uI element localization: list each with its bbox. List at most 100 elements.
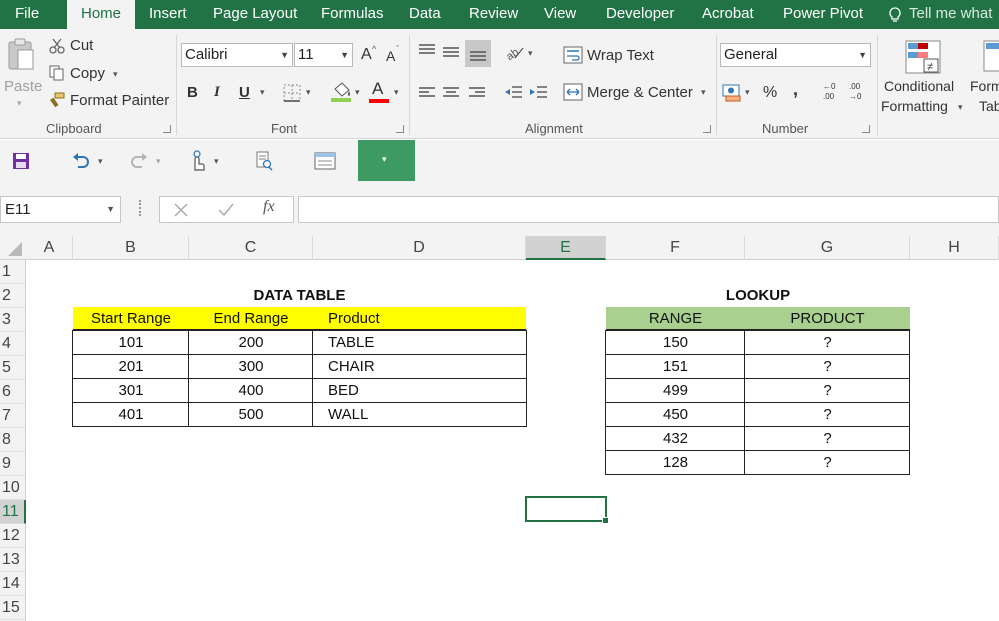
touch-mode-icon[interactable] xyxy=(188,150,206,172)
number-format-select[interactable]: General ▼ xyxy=(720,43,871,67)
data-table-header-end[interactable]: End Range xyxy=(189,307,313,331)
column-header-b[interactable]: B xyxy=(73,236,189,260)
accounting-dropdown-arrow[interactable]: ▾ xyxy=(745,87,750,98)
tab-file[interactable]: File xyxy=(15,0,39,29)
column-header-h[interactable]: H xyxy=(910,236,999,260)
font-dialog-launcher[interactable] xyxy=(396,125,404,133)
data-table-header-start[interactable]: Start Range xyxy=(73,307,189,331)
lookup-cell[interactable]: 128 xyxy=(606,451,745,475)
lookup-header-range[interactable]: RANGE xyxy=(606,307,745,331)
format-painter-button[interactable]: Format Painter xyxy=(70,92,169,109)
row-header[interactable]: 2 xyxy=(0,284,26,308)
copy-dropdown-arrow[interactable]: ▾ xyxy=(113,69,118,80)
accounting-format-icon[interactable] xyxy=(722,82,744,102)
tab-data[interactable]: Data xyxy=(409,0,441,29)
increase-font-size-button[interactable]: A xyxy=(361,46,372,64)
underline-dropdown-arrow[interactable]: ▾ xyxy=(260,87,265,98)
lookup-cell[interactable]: ? xyxy=(745,331,910,355)
undo-dropdown-arrow[interactable]: ▾ xyxy=(98,156,103,167)
percent-style-button[interactable]: % xyxy=(763,84,777,102)
active-cell-selection[interactable] xyxy=(525,496,609,524)
clipboard-dialog-launcher[interactable] xyxy=(163,125,171,133)
fill-color-icon[interactable] xyxy=(330,81,352,103)
lookup-cell[interactable]: ? xyxy=(745,403,910,427)
format-as-table-button-line2[interactable]: Tab xyxy=(979,98,999,114)
redo-icon[interactable] xyxy=(128,152,150,170)
resize-handle[interactable] xyxy=(139,200,142,216)
touch-dropdown-arrow[interactable]: ▾ xyxy=(214,156,219,167)
conditional-formatting-button[interactable]: Conditional xyxy=(884,78,954,94)
lookup-cell[interactable]: ? xyxy=(745,355,910,379)
tab-power-pivot[interactable]: Power Pivot xyxy=(783,0,863,29)
row-header[interactable]: 12 xyxy=(0,524,26,548)
row-header[interactable]: 7 xyxy=(0,404,26,428)
row-header[interactable]: 14 xyxy=(0,572,26,596)
wrap-text-button[interactable]: Wrap Text xyxy=(587,47,654,64)
lookup-cell[interactable]: 432 xyxy=(606,427,745,451)
row-header[interactable]: 6 xyxy=(0,380,26,404)
save-icon[interactable] xyxy=(12,152,30,170)
enter-check-icon[interactable] xyxy=(218,203,234,217)
cancel-icon[interactable] xyxy=(174,203,188,217)
font-color-dropdown-arrow[interactable]: ▾ xyxy=(394,87,399,98)
tab-formulas[interactable]: Formulas xyxy=(321,0,384,29)
tab-home[interactable]: Home xyxy=(67,0,135,30)
conditional-formatting-button-line2[interactable]: Formatting xyxy=(881,98,948,114)
data-cell[interactable]: WALL xyxy=(313,403,526,427)
font-size-select[interactable]: 11 ▼ xyxy=(294,43,353,67)
increase-decimal-button[interactable]: ←0 .00 xyxy=(823,82,845,102)
data-cell[interactable]: BED xyxy=(313,379,526,403)
increase-indent-icon[interactable] xyxy=(528,84,548,102)
orientation-dropdown-arrow[interactable]: ▾ xyxy=(528,48,533,59)
bold-button[interactable]: B xyxy=(187,84,198,101)
form-icon[interactable] xyxy=(314,151,336,171)
fill-color-dropdown-arrow[interactable]: ▾ xyxy=(355,87,360,98)
lookup-header-product[interactable]: PRODUCT xyxy=(745,307,910,331)
number-dialog-launcher[interactable] xyxy=(862,125,870,133)
borders-icon[interactable] xyxy=(283,84,301,102)
lookup-cell[interactable]: ? xyxy=(745,379,910,403)
name-box[interactable]: E11 ▼ xyxy=(0,196,121,223)
comma-style-button[interactable]: , xyxy=(793,79,798,100)
lookup-cell[interactable]: 499 xyxy=(606,379,745,403)
decrease-decimal-button[interactable]: .00 →0 xyxy=(849,82,871,102)
format-as-table-button[interactable]: Form xyxy=(970,78,999,94)
italic-button[interactable]: I xyxy=(214,84,220,101)
row-header[interactable]: 4 xyxy=(0,332,26,356)
tab-acrobat[interactable]: Acrobat xyxy=(702,0,754,29)
alignment-dialog-launcher[interactable] xyxy=(703,125,711,133)
cut-button[interactable]: Cut xyxy=(70,37,93,54)
align-top-icon[interactable] xyxy=(417,42,437,62)
row-header[interactable]: 3 xyxy=(0,308,26,332)
column-header-d[interactable]: D xyxy=(313,236,526,260)
data-cell[interactable]: 200 xyxy=(189,331,313,355)
lookup-cell[interactable]: 151 xyxy=(606,355,745,379)
tab-page-layout[interactable]: Page Layout xyxy=(213,0,297,29)
font-name-select[interactable]: Calibri ▼ xyxy=(181,43,293,67)
tab-developer[interactable]: Developer xyxy=(606,0,674,29)
lookup-cell[interactable]: ? xyxy=(745,427,910,451)
formula-input[interactable] xyxy=(298,196,999,223)
data-table-title[interactable]: DATA TABLE xyxy=(73,284,526,308)
tab-view[interactable]: View xyxy=(544,0,576,29)
underline-button[interactable]: U xyxy=(239,84,250,101)
data-cell[interactable]: 400 xyxy=(189,379,313,403)
column-header-e[interactable]: E xyxy=(526,236,606,260)
merge-dropdown-arrow[interactable]: ▾ xyxy=(701,87,706,98)
align-middle-icon[interactable] xyxy=(441,42,461,62)
data-cell[interactable]: CHAIR xyxy=(313,355,526,379)
lookup-cell[interactable]: 450 xyxy=(606,403,745,427)
row-header[interactable]: 9 xyxy=(0,452,26,476)
data-table-header-product[interactable]: Product xyxy=(313,307,526,331)
column-header-a[interactable]: A xyxy=(26,236,73,260)
lookup-cell[interactable]: ? xyxy=(745,451,910,475)
data-cell[interactable]: 301 xyxy=(73,379,189,403)
merge-center-button[interactable]: Merge & Center xyxy=(587,84,693,101)
tab-insert[interactable]: Insert xyxy=(149,0,187,29)
align-bottom-button[interactable] xyxy=(465,40,491,67)
row-header[interactable]: 15 xyxy=(0,596,26,620)
paste-dropdown-arrow[interactable]: ▾ xyxy=(17,98,22,109)
lookup-table-title[interactable]: LOOKUP xyxy=(606,284,910,308)
lookup-cell[interactable]: 150 xyxy=(606,331,745,355)
conditional-dropdown-arrow[interactable]: ▾ xyxy=(958,102,963,113)
